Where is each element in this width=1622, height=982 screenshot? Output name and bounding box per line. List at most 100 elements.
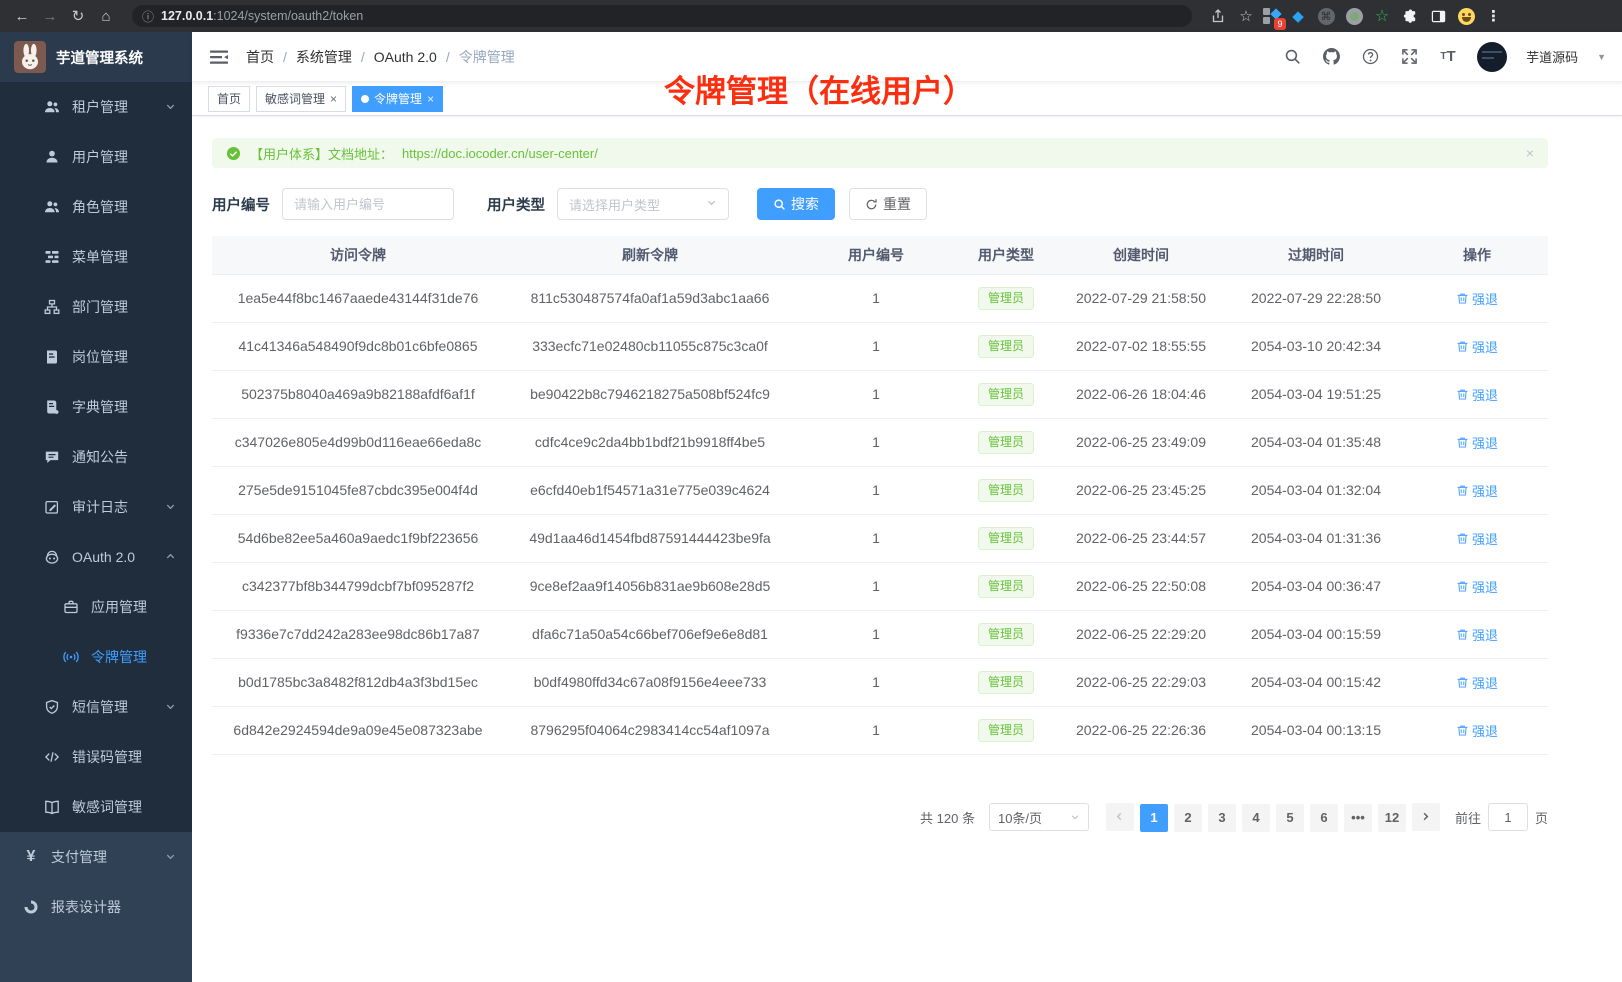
sidebar-item-menu[interactable]: 菜单管理	[0, 232, 192, 282]
browser-back-icon[interactable]: ←	[10, 4, 34, 28]
sidebar-item-audit-log[interactable]: 审计日志	[0, 482, 192, 532]
table-row: 54d6be82ee5a460a9aedc1f9bf22365649d1aa46…	[212, 514, 1548, 562]
force-logout-button[interactable]: 强退	[1456, 673, 1498, 692]
prev-page-button[interactable]	[1106, 803, 1134, 831]
sidebar-item-post[interactable]: 岗位管理	[0, 332, 192, 382]
ellipsis-button[interactable]: •••	[1344, 804, 1372, 832]
tab-敏感词管理[interactable]: 敏感词管理×	[256, 86, 346, 112]
app-logo-bar[interactable]: 芋道管理系统	[0, 32, 192, 82]
star-extension-icon[interactable]: ☆	[1370, 4, 1394, 28]
page-button[interactable]: 1	[1140, 804, 1168, 832]
page-size-select[interactable]: 10条/页	[989, 803, 1089, 831]
sidebar-item-oauth2[interactable]: OAuth 2.0	[0, 532, 192, 582]
fullscreen-icon[interactable]	[1399, 47, 1419, 67]
help-icon[interactable]	[1360, 47, 1380, 67]
breadcrumb-item[interactable]: 首页	[246, 47, 274, 67]
sidebar-item-tenant[interactable]: 租户管理	[0, 82, 192, 132]
close-icon[interactable]: ×	[330, 93, 337, 105]
tab-令牌管理[interactable]: 令牌管理×	[352, 86, 443, 112]
site-info-icon[interactable]: ⓘ	[142, 8, 154, 25]
create-time-cell: 2022-06-25 22:29:20	[1056, 610, 1226, 658]
breadcrumb-separator: /	[283, 49, 287, 65]
sidebar-item-user[interactable]: 用户管理	[0, 132, 192, 182]
next-page-button[interactable]	[1412, 803, 1440, 831]
page-button[interactable]: 5	[1276, 804, 1304, 832]
search-icon[interactable]	[1282, 47, 1302, 67]
side-panel-icon[interactable]	[1426, 4, 1450, 28]
alert-close-icon[interactable]: ×	[1526, 145, 1534, 161]
force-logout-button[interactable]: 强退	[1456, 577, 1498, 596]
goto-suffix: 页	[1535, 808, 1548, 827]
search-button[interactable]: 搜索	[757, 188, 835, 220]
sidebar-item-sensitive-word[interactable]: 敏感词管理	[0, 782, 192, 832]
sidebar-item-dept[interactable]: 部门管理	[0, 282, 192, 332]
command-extension-icon[interactable]: ⌘	[1314, 4, 1338, 28]
trash-icon	[1456, 436, 1469, 449]
close-icon[interactable]: ×	[427, 93, 434, 105]
tab-首页[interactable]: 首页	[208, 86, 250, 112]
action-cell: 强退	[1406, 274, 1548, 322]
column-header: 创建时间	[1056, 236, 1226, 274]
chevron-down-icon[interactable]: ▼	[1597, 52, 1606, 62]
force-logout-label: 强退	[1472, 433, 1498, 452]
table-row: 502375b8040a469a9b82188afdf6af1fbe90422b…	[212, 370, 1548, 418]
github-icon[interactable]	[1321, 47, 1341, 67]
share-icon[interactable]	[1206, 4, 1230, 28]
sidebar-item-sms[interactable]: 短信管理	[0, 682, 192, 732]
address-bar[interactable]: ⓘ 127.0.0.1:1024/system/oauth2/token	[132, 5, 1192, 27]
user-type-cell: 管理员	[956, 322, 1056, 370]
reset-button[interactable]: 重置	[849, 188, 927, 220]
refresh-token-cell: 811c530487574fa0af1a59d3abc1aa66	[504, 274, 796, 322]
user-id-input[interactable]	[294, 197, 442, 212]
action-cell: 强退	[1406, 418, 1548, 466]
sidebar-item-errcode[interactable]: 错误码管理	[0, 732, 192, 782]
force-logout-button[interactable]: 强退	[1456, 625, 1498, 644]
page-button[interactable]: 3	[1208, 804, 1236, 832]
force-logout-label: 强退	[1472, 673, 1498, 692]
browser-home-icon[interactable]: ⌂	[94, 4, 118, 28]
browser-menu-icon[interactable]: ⋮	[1482, 4, 1506, 28]
users-icon	[43, 98, 61, 116]
sidebar-item-report-designer[interactable]: 报表设计器	[0, 882, 192, 932]
font-size-icon[interactable]: TT	[1438, 47, 1458, 67]
dot-extension-icon[interactable]	[1342, 4, 1366, 28]
puzzle-extensions-icon[interactable]	[1398, 4, 1422, 28]
page-button[interactable]: 2	[1174, 804, 1202, 832]
breadcrumb-item[interactable]: OAuth 2.0	[374, 49, 437, 65]
browser-forward-icon[interactable]: →	[38, 4, 62, 28]
sidebar-item-dict[interactable]: 字典管理	[0, 382, 192, 432]
user-type-select[interactable]: 请选择用户类型	[557, 188, 729, 220]
sidebar-toggle-icon[interactable]	[208, 46, 230, 68]
sidebar-item-role[interactable]: 角色管理	[0, 182, 192, 232]
briefcase-icon	[62, 598, 80, 616]
user-id-label: 用户编号	[212, 194, 270, 215]
gem-extension-icon[interactable]: ◆	[1286, 4, 1310, 28]
force-logout-button[interactable]: 强退	[1456, 481, 1498, 500]
bookmark-star-icon[interactable]: ☆	[1234, 4, 1258, 28]
refresh-icon	[865, 198, 878, 211]
browser-reload-icon[interactable]: ↻	[66, 4, 90, 28]
user-name[interactable]: 芋道源码	[1526, 47, 1578, 66]
sidebar-item-notice[interactable]: 通知公告	[0, 432, 192, 482]
avatar[interactable]	[1477, 42, 1507, 72]
goto-page-input[interactable]	[1488, 803, 1528, 831]
page-button[interactable]: 4	[1242, 804, 1270, 832]
alert-link[interactable]: https://doc.iocoder.cn/user-center/	[402, 146, 598, 161]
sidebar-item-oauth2-app[interactable]: 应用管理	[0, 582, 192, 632]
emoji-extension-icon[interactable]	[1454, 4, 1478, 28]
sidebar-item-pay[interactable]: ¥支付管理	[0, 832, 192, 882]
force-logout-button[interactable]: 强退	[1456, 529, 1498, 548]
force-logout-button[interactable]: 强退	[1456, 385, 1498, 404]
alert-text: 【用户体系】文档地址：	[250, 144, 393, 163]
extension-grid-icon[interactable]: 9	[1262, 6, 1282, 26]
force-logout-button[interactable]: 强退	[1456, 289, 1498, 308]
navbar-right: TT 芋道源码 ▼	[1282, 42, 1606, 72]
force-logout-button[interactable]: 强退	[1456, 337, 1498, 356]
page-button[interactable]: 12	[1378, 804, 1406, 832]
force-logout-button[interactable]: 强退	[1456, 433, 1498, 452]
breadcrumb-item[interactable]: 系统管理	[296, 47, 352, 67]
action-cell: 强退	[1406, 562, 1548, 610]
page-button[interactable]: 6	[1310, 804, 1338, 832]
force-logout-button[interactable]: 强退	[1456, 721, 1498, 740]
sidebar-item-oauth2-token[interactable]: 令牌管理	[0, 632, 192, 682]
